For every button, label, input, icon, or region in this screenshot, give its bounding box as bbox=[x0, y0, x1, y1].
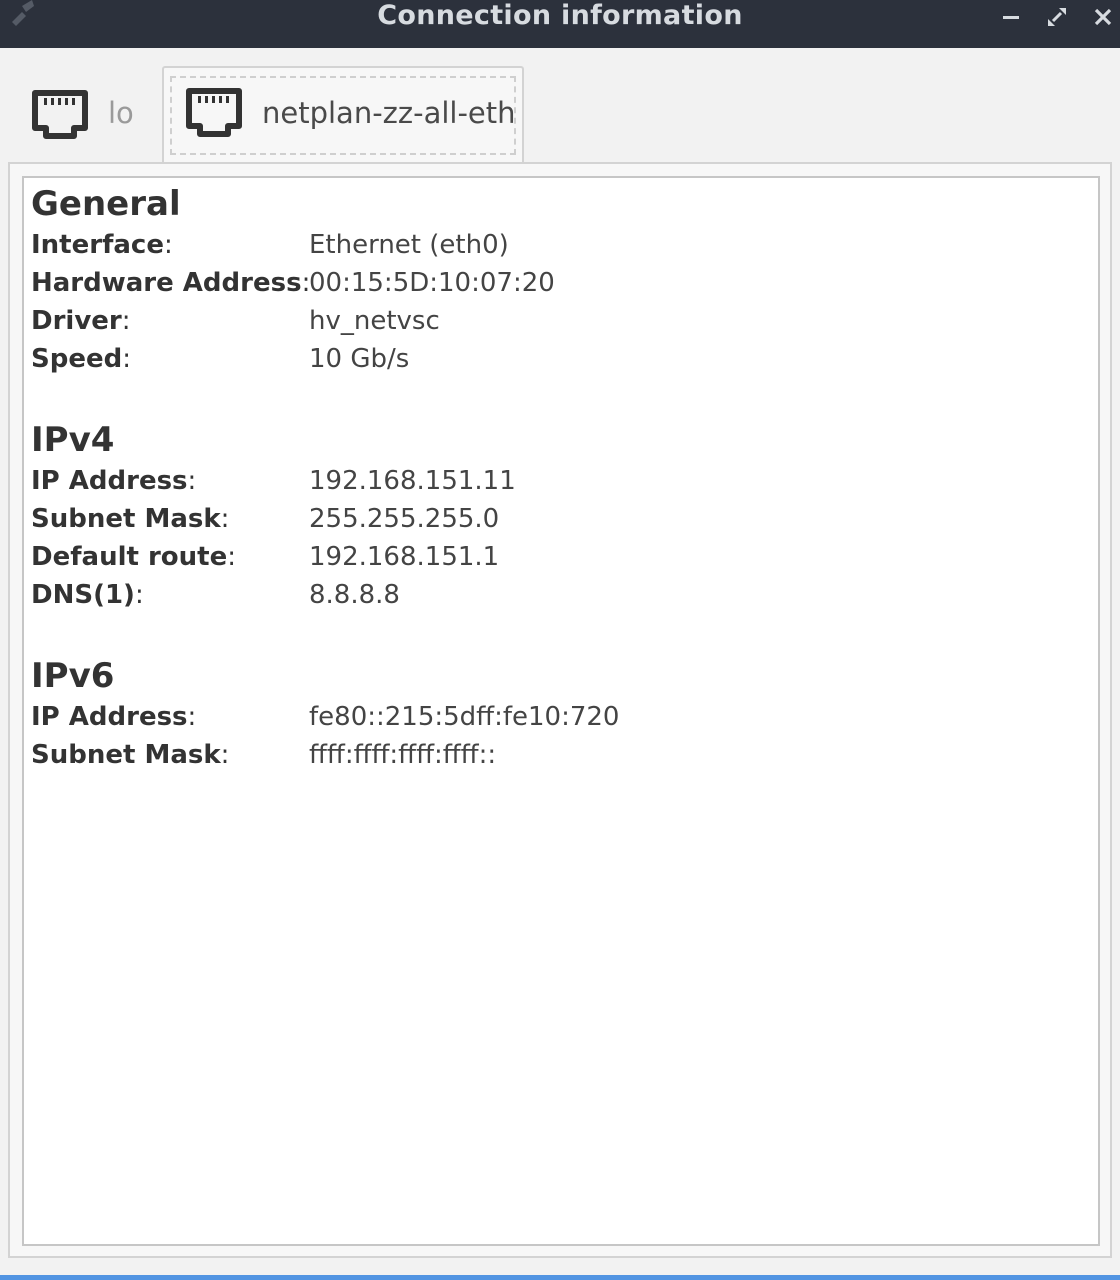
row-value: Ethernet (eth0) bbox=[309, 230, 509, 260]
tab-bar: lo netplan-zz-all-eth bbox=[8, 48, 1112, 163]
row-label: Speed: bbox=[31, 344, 131, 374]
title-bar[interactable]: Connection information bbox=[0, 0, 1120, 48]
ethernet-port-icon bbox=[32, 90, 88, 139]
row-value: 8.8.8.8 bbox=[309, 580, 400, 610]
tab-label: lo bbox=[108, 96, 134, 130]
row-value: 00:15:5D:10:07:20 bbox=[309, 268, 555, 298]
tab-page: General Interface: Ethernet (eth0) Hardw… bbox=[8, 162, 1112, 1258]
ethernet-port-icon bbox=[186, 88, 242, 137]
row-label: Hardware Address: bbox=[31, 268, 311, 298]
row-label: Subnet Mask: bbox=[31, 740, 230, 770]
row-value: hv_netvsc bbox=[309, 306, 440, 336]
row-label: Driver: bbox=[31, 306, 131, 336]
maximize-icon[interactable] bbox=[1042, 2, 1072, 32]
row-label: Subnet Mask: bbox=[31, 504, 230, 534]
tab-netplan-zz-all-eth[interactable]: netplan-zz-all-eth bbox=[162, 66, 524, 163]
row-value: ffff:ffff:ffff:ffff:: bbox=[309, 740, 497, 770]
row-label: IP Address: bbox=[31, 466, 197, 496]
section-title-general: General bbox=[31, 184, 181, 224]
row-value: 255.255.255.0 bbox=[309, 504, 500, 534]
info-panel: General Interface: Ethernet (eth0) Hardw… bbox=[22, 176, 1100, 1246]
row-label: IP Address: bbox=[31, 702, 197, 732]
row-value: 192.168.151.11 bbox=[309, 466, 516, 496]
window-title: Connection information bbox=[377, 0, 743, 31]
section-title-ipv4: IPv4 bbox=[31, 420, 115, 460]
minimize-icon[interactable] bbox=[996, 2, 1026, 32]
tab-label: netplan-zz-all-eth bbox=[262, 96, 516, 130]
section-title-ipv6: IPv6 bbox=[31, 656, 115, 696]
tab-lo[interactable]: lo bbox=[20, 74, 166, 162]
row-label: DNS(1): bbox=[31, 580, 144, 610]
row-label: Interface: bbox=[31, 230, 173, 260]
row-value: fe80::215:5dff:fe10:720 bbox=[309, 702, 620, 732]
connection-info-window: Connection information lo netplan-zz-all… bbox=[0, 0, 1120, 1280]
close-icon[interactable] bbox=[1088, 2, 1118, 32]
row-label: Default route: bbox=[31, 542, 236, 572]
window-bottom-border bbox=[0, 1275, 1120, 1280]
row-value: 192.168.151.1 bbox=[309, 542, 500, 572]
row-value: 10 Gb/s bbox=[309, 344, 410, 374]
